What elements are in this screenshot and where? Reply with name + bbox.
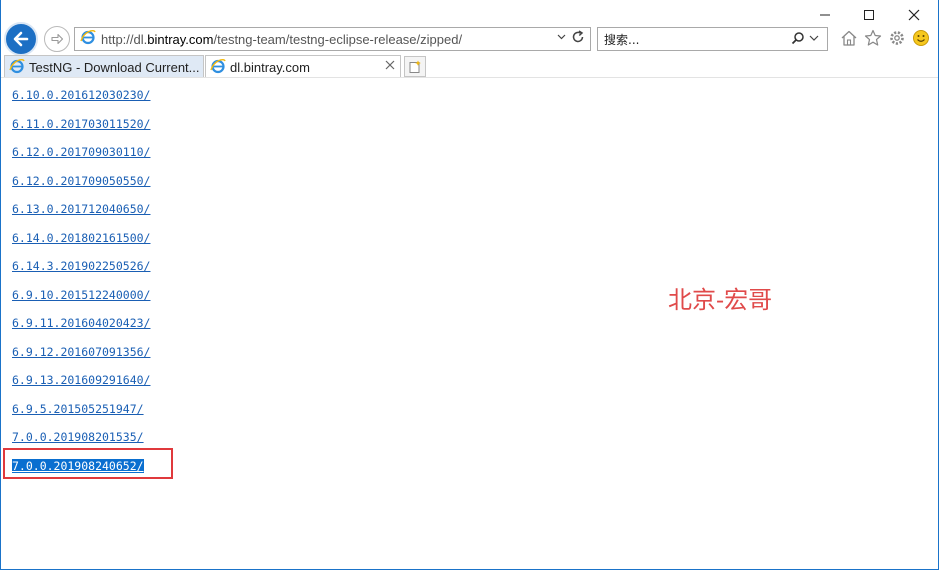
home-button[interactable] xyxy=(839,28,859,48)
arrow-left-icon xyxy=(13,31,29,47)
chevron-down-icon xyxy=(557,34,566,40)
ie-page-icon xyxy=(210,58,226,77)
ie-page-icon xyxy=(9,58,25,77)
new-tab-button[interactable] xyxy=(404,56,426,77)
list-item: 6.10.0.201612030230/ xyxy=(12,86,150,115)
refresh-icon xyxy=(572,30,584,43)
directory-link[interactable]: 6.12.0.201709030110/ xyxy=(12,145,150,159)
close-icon xyxy=(385,60,395,70)
list-item: 6.12.0.201709030110/ xyxy=(12,143,150,172)
maximize-icon xyxy=(864,10,874,20)
list-item: 6.14.3.201902250526/ xyxy=(12,257,150,286)
minimize-icon xyxy=(820,14,830,16)
tab-label: TestNG - Download Current... xyxy=(29,59,200,75)
tab-label: dl.bintray.com xyxy=(230,59,310,75)
directory-link[interactable]: 6.11.0.201703011520/ xyxy=(12,117,150,131)
feedback-button[interactable] xyxy=(911,28,931,48)
highlight-annotation-box xyxy=(3,448,173,479)
list-item: 6.13.0.201712040650/ xyxy=(12,200,150,229)
list-item: 6.9.12.201607091356/ xyxy=(12,343,150,372)
directory-link[interactable]: 6.12.0.201709050550/ xyxy=(12,174,150,188)
home-icon xyxy=(841,30,857,46)
address-dropdown-button[interactable] xyxy=(557,32,566,44)
watermark-text: 北京-宏哥 xyxy=(668,286,773,314)
tools-button[interactable] xyxy=(887,28,907,48)
address-path: /testng-team/testng-eclipse-release/zipp… xyxy=(213,31,463,47)
list-item: 6.11.0.201703011520/ xyxy=(12,115,150,144)
directory-link[interactable]: 6.10.0.201612030230/ xyxy=(12,88,150,102)
address-host: bintray.com xyxy=(147,31,214,47)
directory-link[interactable]: 6.14.0.201802161500/ xyxy=(12,231,150,245)
directory-link[interactable]: 6.9.12.201607091356/ xyxy=(12,345,150,359)
chevron-down-icon xyxy=(809,35,819,41)
search-icon xyxy=(791,32,804,45)
ie-page-icon xyxy=(80,29,96,49)
search-button[interactable] xyxy=(791,31,819,45)
directory-link[interactable]: 6.9.5.201505251947/ xyxy=(12,402,144,416)
list-item: 6.9.5.201505251947/ xyxy=(12,400,150,429)
minimize-button[interactable] xyxy=(810,4,840,26)
gear-icon xyxy=(890,31,904,45)
list-item: 6.12.0.201709050550/ xyxy=(12,172,150,201)
directory-link[interactable]: 6.14.3.201902250526/ xyxy=(12,259,150,273)
new-tab-icon xyxy=(409,60,421,73)
star-icon xyxy=(864,29,882,46)
address-bar[interactable]: http://dl.bintray.com/testng-team/testng… xyxy=(74,27,591,51)
arrow-right-icon xyxy=(51,33,64,45)
refresh-button[interactable] xyxy=(571,30,585,48)
favorites-button[interactable] xyxy=(863,28,883,48)
directory-link[interactable]: 7.0.0.201908201535/ xyxy=(12,430,144,444)
tab-bintray[interactable]: dl.bintray.com xyxy=(205,55,401,78)
forward-button[interactable] xyxy=(44,26,70,52)
list-item: 6.14.0.201802161500/ xyxy=(12,229,150,258)
directory-link[interactable]: 6.9.10.201512240000/ xyxy=(12,288,150,302)
address-url[interactable]: http://dl.bintray.com/testng-team/testng… xyxy=(101,32,462,47)
back-button[interactable] xyxy=(4,22,38,56)
search-input[interactable]: 搜索... xyxy=(597,27,828,51)
browser-window: http://dl.bintray.com/testng-team/testng… xyxy=(0,0,939,570)
directory-link[interactable]: 6.9.13.201609291640/ xyxy=(12,373,150,387)
maximize-button[interactable] xyxy=(854,4,884,26)
tab-testng-download[interactable]: TestNG - Download Current... xyxy=(4,55,204,78)
close-icon xyxy=(908,9,920,21)
close-window-button[interactable] xyxy=(899,4,929,26)
directory-link[interactable]: 6.13.0.201712040650/ xyxy=(12,202,150,216)
list-item: 6.9.13.201609291640/ xyxy=(12,371,150,400)
directory-link[interactable]: 6.9.11.201604020423/ xyxy=(12,316,150,330)
search-placeholder: 搜索... xyxy=(604,32,640,47)
tab-divider xyxy=(1,77,938,78)
list-item: 6.9.11.201604020423/ xyxy=(12,314,150,343)
tab-close-button[interactable] xyxy=(385,59,395,73)
smiley-icon xyxy=(913,30,929,46)
address-prefix: http://dl. xyxy=(101,31,148,47)
list-item: 6.9.10.201512240000/ xyxy=(12,286,150,315)
directory-listing: 6.10.0.201612030230/6.11.0.201703011520/… xyxy=(12,86,150,485)
